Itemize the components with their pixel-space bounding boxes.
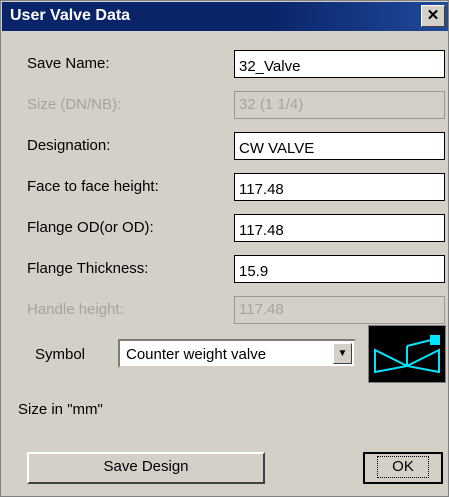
flange-thickness-field[interactable] (234, 255, 445, 283)
designation-label: Designation: (27, 137, 111, 154)
dropdown-arrow-button[interactable]: ▼ (333, 343, 352, 364)
save-design-button[interactable]: Save Design (27, 452, 265, 484)
save-name-label: Save Name: (27, 55, 110, 72)
designation-field[interactable] (234, 132, 445, 160)
flange-thickness-label: Flange Thickness: (27, 260, 149, 277)
symbol-label: Symbol (35, 346, 86, 363)
close-icon: ✕ (426, 7, 440, 24)
flange-od-field[interactable] (234, 214, 445, 242)
title-bar[interactable]: User Valve Data ✕ (2, 2, 448, 31)
units-note: Size in "mm" (18, 401, 103, 418)
flange-od-label: Flange OD(or OD): (27, 219, 154, 236)
user-valve-data-dialog: User Valve Data ✕ Save Name: Size (DN/NB… (0, 0, 449, 497)
size-label: Size (DN/NB): (27, 96, 122, 113)
symbol-selected-value: Counter weight valve (126, 346, 267, 363)
chevron-down-icon: ▼ (337, 348, 348, 359)
handle-height-label: Handle height: (27, 301, 124, 318)
handle-height-field: 117.48 (234, 296, 445, 324)
size-field: 32 (1 1/4) (234, 91, 445, 119)
counter-weight-valve-symbol-icon (374, 335, 440, 374)
dialog-title: User Valve Data (10, 7, 131, 24)
save-name-field[interactable] (234, 50, 445, 78)
symbol-preview (368, 325, 446, 383)
close-button[interactable]: ✕ (421, 5, 445, 27)
face-to-face-label: Face to face height: (27, 178, 159, 195)
symbol-select[interactable]: Counter weight valve ▼ (118, 339, 356, 368)
ok-button-label: OK (377, 456, 429, 478)
ok-button[interactable]: OK (363, 452, 443, 484)
face-to-face-field[interactable] (234, 173, 445, 201)
